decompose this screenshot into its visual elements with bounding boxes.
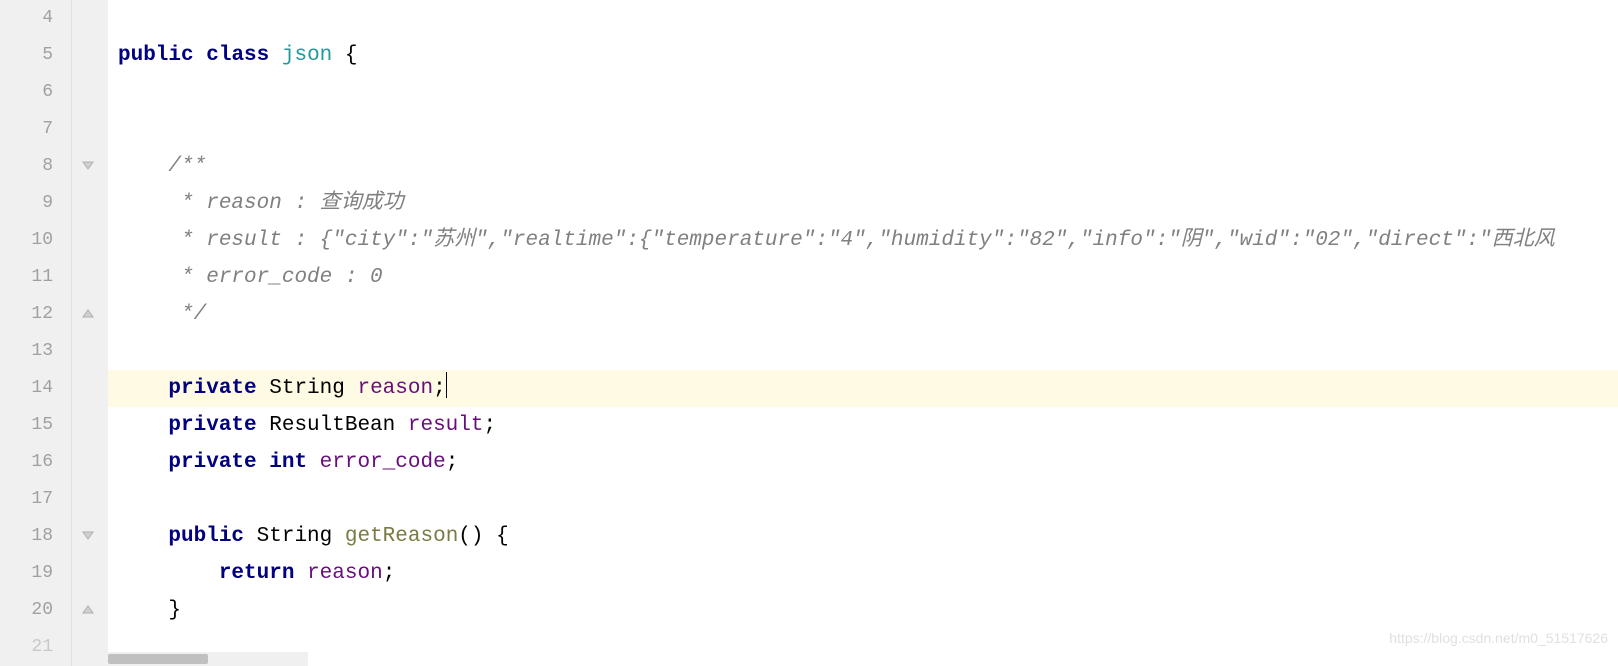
line-number: 20 <box>0 592 71 629</box>
line-number: 5 <box>0 37 71 74</box>
field-ref-reason: reason <box>307 562 383 585</box>
watermark-text: https://blog.csdn.net/m0_51517626 <box>1389 630 1608 646</box>
semicolon: ; <box>446 451 459 474</box>
line-number: 9 <box>0 185 71 222</box>
keyword-private: private <box>168 451 256 474</box>
fold-expand-icon[interactable] <box>81 306 95 320</box>
line-number: 16 <box>0 444 71 481</box>
keyword-class: class <box>206 44 269 67</box>
semicolon: ; <box>383 562 396 585</box>
code-line[interactable]: public class json { <box>108 37 1618 74</box>
line-number: 15 <box>0 407 71 444</box>
line-number: 11 <box>0 259 71 296</box>
javadoc-line: * result : {"city":"苏州","realtime":{"tem… <box>168 229 1554 252</box>
type-resultbean: ResultBean <box>257 414 408 437</box>
field-reason: reason <box>357 377 433 400</box>
code-line[interactable]: */ <box>108 296 1618 333</box>
code-line[interactable]: * error_code : 0 <box>108 259 1618 296</box>
code-line[interactable]: private int error_code; <box>108 444 1618 481</box>
keyword-return: return <box>219 562 295 585</box>
code-line[interactable]: public String getReason() { <box>108 518 1618 555</box>
keyword-public: public <box>168 525 244 548</box>
javadoc-start: /** <box>168 155 206 178</box>
semicolon: ; <box>433 377 446 400</box>
brace: { <box>332 44 357 67</box>
brace-close: } <box>168 599 181 622</box>
field-result: result <box>408 414 484 437</box>
code-line[interactable] <box>108 74 1618 111</box>
code-line[interactable]: * result : {"city":"苏州","realtime":{"tem… <box>108 222 1618 259</box>
line-number: 18 <box>0 518 71 555</box>
code-line[interactable]: /** <box>108 148 1618 185</box>
code-line[interactable]: private ResultBean result; <box>108 407 1618 444</box>
line-number: 12 <box>0 296 71 333</box>
code-editor: 4 5 6 7 8 9 10 11 12 13 14 15 16 17 18 1… <box>0 0 1618 666</box>
keyword-int: int <box>269 451 307 474</box>
line-number: 7 <box>0 111 71 148</box>
fold-gutter <box>72 0 108 666</box>
code-line[interactable] <box>108 111 1618 148</box>
field-errorcode: error_code <box>320 451 446 474</box>
line-number: 21 <box>0 629 71 666</box>
code-line[interactable]: * reason : 查询成功 <box>108 185 1618 222</box>
line-number: 14 <box>0 370 71 407</box>
type-string: String <box>257 377 358 400</box>
type-string: String <box>244 525 345 548</box>
fold-collapse-icon[interactable] <box>81 158 95 172</box>
method-getreason: getReason <box>345 525 458 548</box>
line-number: 13 <box>0 333 71 370</box>
code-line[interactable] <box>108 481 1618 518</box>
code-line[interactable]: return reason; <box>108 555 1618 592</box>
line-number: 8 <box>0 148 71 185</box>
javadoc-end: */ <box>168 303 206 326</box>
code-line-current[interactable]: private String reason; <box>108 370 1618 407</box>
scrollbar-thumb[interactable] <box>108 654 208 664</box>
line-number-gutter: 4 5 6 7 8 9 10 11 12 13 14 15 16 17 18 1… <box>0 0 72 666</box>
code-content-area[interactable]: public class json { /** * reason : 查询成功 … <box>108 0 1618 666</box>
text-cursor <box>446 372 447 398</box>
fold-collapse-icon[interactable] <box>81 528 95 542</box>
keyword-public: public <box>118 44 194 67</box>
line-number: 19 <box>0 555 71 592</box>
line-number: 6 <box>0 74 71 111</box>
line-number: 4 <box>0 0 71 37</box>
class-name: json <box>282 44 332 67</box>
line-number: 10 <box>0 222 71 259</box>
horizontal-scrollbar[interactable] <box>108 652 308 666</box>
keyword-private: private <box>168 377 256 400</box>
javadoc-line: * error_code : 0 <box>168 266 382 289</box>
line-number: 17 <box>0 481 71 518</box>
method-params: () { <box>458 525 508 548</box>
code-line[interactable]: } <box>108 592 1618 629</box>
code-line[interactable] <box>108 333 1618 370</box>
fold-expand-icon[interactable] <box>81 602 95 616</box>
javadoc-line: * reason : 查询成功 <box>168 192 403 215</box>
keyword-private: private <box>168 414 256 437</box>
code-line[interactable] <box>108 0 1618 37</box>
semicolon: ; <box>484 414 497 437</box>
